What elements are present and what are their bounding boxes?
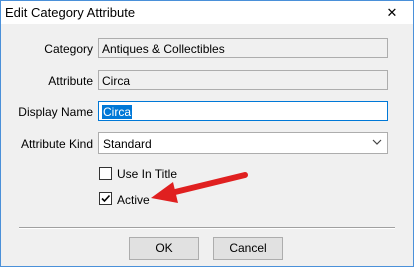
attribute-kind-label: Attribute Kind xyxy=(20,137,93,151)
attribute-kind-value: Standard xyxy=(103,137,152,151)
attribute-kind-select[interactable]: Standard xyxy=(98,132,388,154)
active-label: Active xyxy=(117,193,150,207)
close-icon: ✕ xyxy=(386,4,398,20)
category-field: Antiques & Collectibles xyxy=(98,38,388,58)
display-name-input[interactable]: Circa xyxy=(98,101,388,121)
chevron-down-icon xyxy=(371,136,383,151)
display-name-value: Circa xyxy=(102,105,133,119)
attribute-field: Circa xyxy=(98,70,388,90)
title-bar: Edit Category Attribute ✕ xyxy=(1,1,413,24)
attribute-label: Attribute xyxy=(48,74,93,88)
close-button[interactable]: ✕ xyxy=(371,1,413,24)
attribute-value: Circa xyxy=(102,74,131,88)
category-label: Category xyxy=(44,42,93,56)
display-name-label: Display Name xyxy=(18,105,93,119)
category-value: Antiques & Collectibles xyxy=(102,42,225,56)
divider xyxy=(19,227,395,229)
red-arrow-annotation xyxy=(151,172,248,203)
use-in-title-checkbox[interactable] xyxy=(99,167,112,180)
active-checkbox[interactable] xyxy=(99,192,112,205)
dialog-window: Edit Category Attribute ✕ Category Antiq… xyxy=(0,0,414,267)
checkmark-icon xyxy=(101,194,111,203)
ok-button[interactable]: OK xyxy=(129,237,199,260)
cancel-button[interactable]: Cancel xyxy=(213,237,283,260)
window-title: Edit Category Attribute xyxy=(5,5,136,20)
